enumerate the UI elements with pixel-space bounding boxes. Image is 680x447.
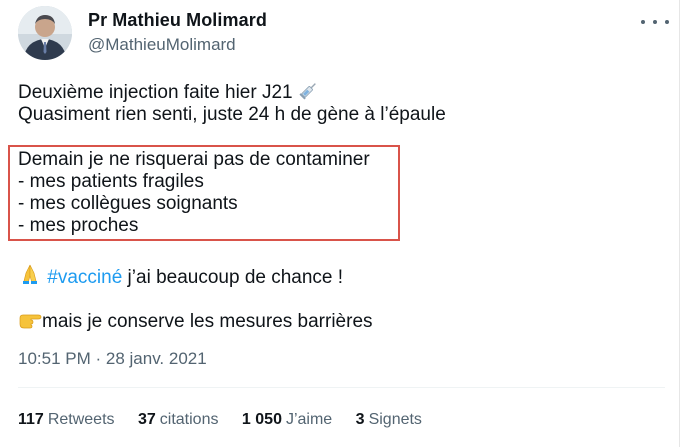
timestamp[interactable]: 10:51 PM · 28 janv. 2021 (18, 349, 207, 369)
more-options-icon[interactable] (641, 14, 669, 30)
author-handle[interactable]: @MathieuMolimard (88, 35, 236, 55)
bookmarks-label: Signets (368, 411, 422, 428)
quotes-stat[interactable]: 37 citations (138, 411, 219, 429)
highlight-line: - mes collègues soignants (18, 193, 238, 214)
tweet-line-2: Quasiment rien senti, juste 24 h de gène… (18, 104, 446, 125)
likes-label: J’aime (285, 411, 333, 428)
tweet-line-5: #vacciné j’ai beaucoup de chance ! (18, 262, 343, 293)
stats-bar: 117 Retweets 37 citations 1 050 J’aime 3 Sig… (18, 411, 441, 429)
avatar[interactable] (18, 6, 72, 60)
tweet-line-5-text: j’ai beaucoup de chance ! (122, 267, 344, 288)
tweet-line-6: mais je conserve les mesures barrières (18, 308, 373, 337)
retweets-stat[interactable]: 117 Retweets (18, 411, 115, 429)
bookmarks-count: 3 (355, 411, 365, 428)
likes-count: 1 050 (241, 411, 282, 428)
hashtag-link[interactable]: #vacciné (47, 267, 122, 288)
quotes-count: 37 (137, 411, 156, 428)
divider (18, 387, 665, 388)
bookmarks-stat[interactable]: 3 Signets (356, 411, 422, 429)
likes-stat[interactable]: 1 050 J’aime (242, 411, 332, 429)
highlight-line: - mes patients fragiles (18, 171, 204, 192)
highlight-line: Demain je ne risquerai pas de contaminer (18, 149, 370, 170)
pointing-hand-icon (18, 308, 42, 337)
tweet-card: Pr Mathieu Molimard @MathieuMolimard Deu… (0, 0, 680, 447)
highlight-line: - mes proches (18, 215, 139, 236)
retweets-count: 117 (18, 411, 44, 428)
author-name[interactable]: Pr Mathieu Molimard (88, 10, 267, 31)
tweet-line-6-text: mais je conserve les mesures barrières (42, 311, 373, 332)
quotes-label: citations (159, 411, 219, 428)
retweets-label: Retweets (47, 411, 115, 428)
folded-hands-icon (18, 262, 42, 293)
tweet-line-1-text: Deuxième injection faite hier J21 (18, 82, 293, 103)
